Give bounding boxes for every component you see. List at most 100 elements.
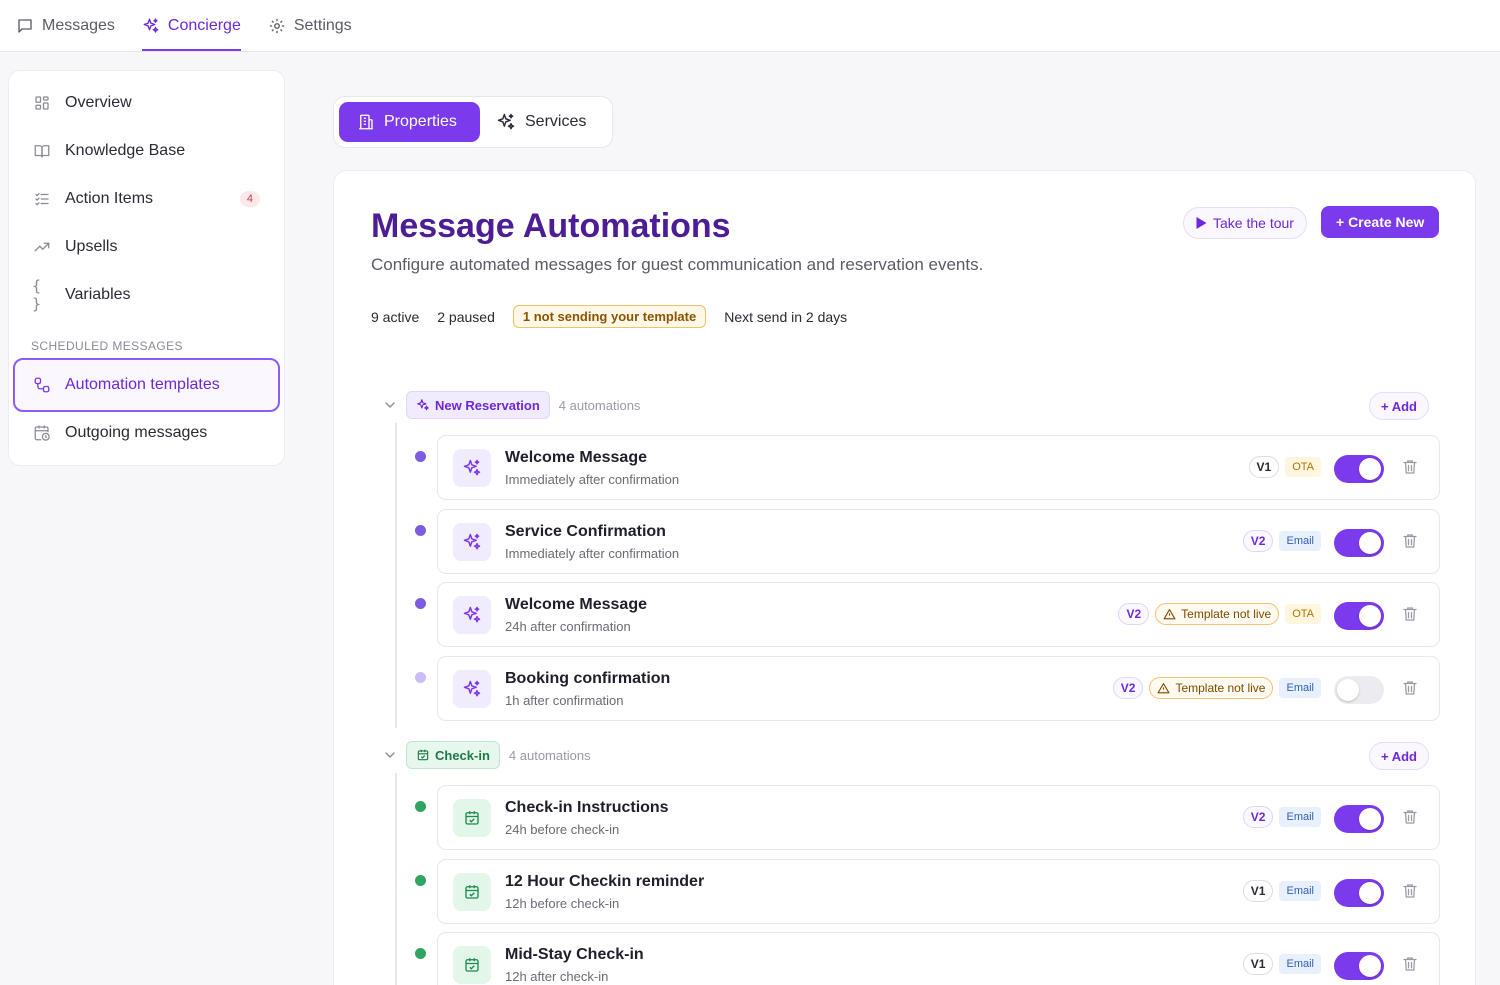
trash-icon[interactable]: [1401, 605, 1419, 623]
automation-timing: 1h after confirmation: [505, 693, 624, 708]
automation-title: Welcome Message: [505, 596, 647, 613]
tab-label: Settings: [293, 16, 352, 34]
active-count: 9 active: [371, 308, 420, 325]
automation-timing: 24h before check-in: [505, 822, 620, 837]
tab-settings[interactable]: Settings: [268, 0, 352, 51]
automation-badges: V1 OTA: [1248, 456, 1321, 478]
properties-tab-button[interactable]: Properties: [339, 102, 480, 142]
status-dot: [415, 525, 426, 536]
page-title: Message Automations: [371, 207, 731, 245]
sidebar-item-knowledge-base[interactable]: Knowledge Base: [15, 127, 278, 175]
sparkles-icon: [453, 596, 491, 634]
paused-count: 2 paused: [437, 308, 495, 325]
automation-row[interactable]: Welcome Message 24h after confirmation V2 T…: [437, 582, 1440, 647]
services-label: Services: [525, 113, 587, 130]
group-connector-line: [395, 423, 397, 728]
sidebar-item-outgoing-messages[interactable]: Outgoing messages: [15, 409, 278, 457]
status-dot: [415, 948, 426, 959]
automation-row[interactable]: Booking confirmation 1h after confirmatio…: [437, 656, 1440, 721]
group-name: New Reservation: [435, 397, 540, 413]
automation-badges: V2 Template not live OTA: [1118, 603, 1321, 625]
action-items-count-badge: 4: [239, 191, 260, 207]
automation-badges: V1 Email: [1242, 880, 1321, 902]
sidebar-item-upsells[interactable]: Upsells: [15, 223, 278, 271]
version-badge: V2: [1118, 603, 1150, 625]
services-tab-button[interactable]: Services: [494, 102, 609, 142]
trash-icon[interactable]: [1401, 882, 1419, 900]
channel-badge: Email: [1279, 678, 1321, 698]
template-not-live-badge: Template not live: [1155, 603, 1280, 625]
automation-timing: Immediately after confirmation: [505, 546, 680, 561]
automation-badges: V1 Email: [1242, 953, 1321, 975]
tab-concierge[interactable]: Concierge: [141, 0, 241, 51]
group-count: 4 automations: [558, 397, 641, 413]
automation-title: Check-in Instructions: [505, 799, 669, 816]
enable-toggle[interactable]: [1334, 952, 1384, 980]
add-automation-button[interactable]: + Add: [1369, 742, 1429, 770]
tab-messages[interactable]: Messages: [16, 0, 115, 51]
automation-row[interactable]: Welcome Message Immediately after confirm…: [437, 435, 1440, 500]
sidebar-item-automation-templates[interactable]: Automation templates: [13, 358, 280, 412]
play-icon: [1196, 217, 1207, 229]
status-dot: [415, 801, 426, 812]
version-badge: V2: [1242, 530, 1274, 552]
trash-icon[interactable]: [1401, 955, 1419, 973]
sidebar-item-action-items[interactable]: Action Items 4: [15, 175, 278, 223]
workflow-icon: [32, 375, 52, 395]
enable-toggle[interactable]: [1334, 529, 1384, 557]
template-not-live-label: Template not live: [1181, 607, 1272, 621]
braces-icon: { }: [32, 277, 42, 313]
automation-row[interactable]: Check-in Instructions 24h before check-in…: [437, 785, 1440, 850]
template-not-live-label: Template not live: [1175, 681, 1266, 695]
not-sending-warning-badge[interactable]: 1 not sending your template: [512, 305, 707, 328]
take-tour-label: Take the tour: [1213, 215, 1294, 231]
group-connector-line: [395, 773, 397, 985]
channel-badge: OTA: [1285, 604, 1321, 624]
template-not-live-badge: Template not live: [1149, 677, 1274, 699]
scheduled-messages-heading: SCHEDULED MESSAGES: [31, 339, 183, 353]
channel-badge: OTA: [1285, 457, 1321, 477]
enable-toggle[interactable]: [1334, 602, 1384, 630]
sidebar-item-label: Knowledge Base: [65, 142, 186, 159]
enable-toggle[interactable]: [1334, 805, 1384, 833]
calendar-check-icon: [453, 799, 491, 837]
sidebar-item-label: Outgoing messages: [65, 424, 208, 441]
automation-timing: Immediately after confirmation: [505, 472, 680, 487]
status-dot: [415, 875, 426, 886]
automation-row[interactable]: 12 Hour Checkin reminder 12h before check…: [437, 859, 1440, 924]
trash-icon[interactable]: [1401, 458, 1419, 476]
chevron-down-icon[interactable]: [382, 397, 398, 413]
sparkles-icon: [496, 112, 516, 132]
message-square-icon: [16, 17, 34, 35]
trash-icon[interactable]: [1401, 532, 1419, 550]
trash-icon[interactable]: [1401, 808, 1419, 826]
version-badge: V1: [1248, 456, 1280, 478]
checklist-icon: [32, 189, 52, 209]
version-badge: V2: [1242, 806, 1274, 828]
create-new-button[interactable]: + Create New: [1321, 206, 1440, 238]
automation-row[interactable]: Mid-Stay Check-in 12h after check-in V1 Ema…: [437, 932, 1440, 985]
group-header-new-reservation: New Reservation 4 automations: [382, 390, 640, 420]
automation-timing: 12h after check-in: [505, 969, 609, 984]
automations-card: Message Automations Configure automated …: [333, 170, 1476, 985]
enable-toggle[interactable]: [1334, 879, 1384, 907]
automation-badges: V2 Email: [1242, 530, 1321, 552]
automation-title: 12 Hour Checkin reminder: [505, 873, 705, 890]
automation-title: Service Confirmation: [505, 523, 666, 540]
calendar-check-icon: [453, 873, 491, 911]
sidebar-item-variables[interactable]: { } Variables: [15, 271, 278, 319]
enable-toggle[interactable]: [1334, 455, 1384, 483]
trash-icon[interactable]: [1401, 679, 1419, 697]
version-badge: V2: [1112, 677, 1144, 699]
add-automation-button[interactable]: + Add: [1369, 392, 1429, 420]
version-badge: V1: [1242, 953, 1274, 975]
chevron-down-icon[interactable]: [382, 747, 398, 763]
grid-icon: [32, 93, 52, 113]
automation-title: Booking confirmation: [505, 670, 671, 687]
sparkles-icon: [453, 670, 491, 708]
take-tour-button[interactable]: Take the tour: [1183, 207, 1307, 239]
enable-toggle[interactable]: [1334, 676, 1384, 704]
sidebar-item-overview[interactable]: Overview: [15, 79, 278, 127]
group-name: Check-in: [435, 747, 490, 763]
automation-row[interactable]: Service Confirmation Immediately after co…: [437, 509, 1440, 574]
